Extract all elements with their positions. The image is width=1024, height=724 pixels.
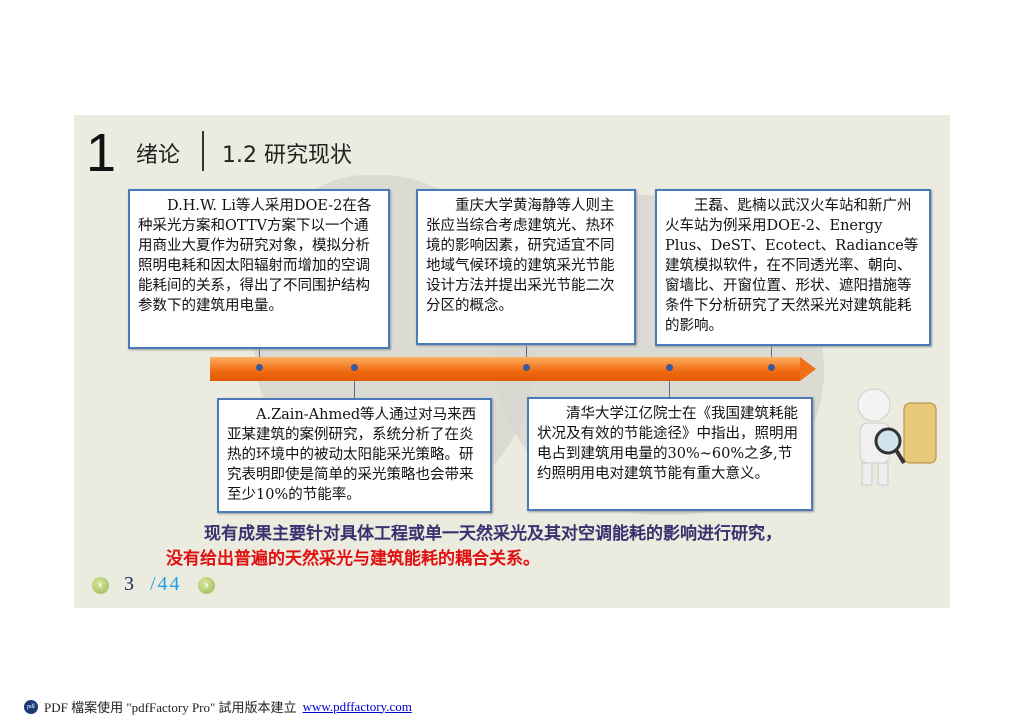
pdf-footer: pdf PDF 檔案使用 "pdfFactory Pro" 試用版本建立 www… [24, 697, 412, 716]
slide: 1 绪论 1.2 研究现状 D.H.W. Li等人采用DOE-2在各种采光方案和… [74, 115, 950, 608]
pdf-icon: pdf [24, 699, 38, 714]
total-pages: /44 [150, 573, 182, 595]
research-box-jiang: 清华大学江亿院士在《我国建筑耗能状况及有效的节能途径》中指出，照明用电占到建筑用… [527, 397, 813, 511]
timeline-dot [666, 364, 673, 371]
current-page: 3 [124, 573, 134, 595]
research-box-li: D.H.W. Li等人采用DOE-2在各种采光方案和OTTV方案下以一个通用商业… [128, 189, 390, 349]
next-page-button[interactable]: › [198, 577, 215, 594]
footer-text: PDF 檔案使用 "pdfFactory Pro" 試用版本建立 [44, 700, 297, 715]
section-title: 1.2 研究现状 [222, 143, 352, 168]
chapter-number: 1 [86, 123, 117, 183]
timeline-dot [523, 364, 530, 371]
research-box-zain-ahmed: A.Zain-Ahmed等人通过对马来西亚某建筑的案例研究，系统分析了在炎热的环… [217, 398, 492, 513]
prev-page-button[interactable]: ‹ [92, 577, 109, 594]
timeline-dot [351, 364, 358, 371]
conclusion-line-1: 现有成果主要针对具体工程或单一天然采光及其对空调能耗的影响进行研究， [204, 524, 782, 544]
timeline-dot [256, 364, 263, 371]
conclusion-line-2: 没有给出普遍的天然采光与建筑能耗的耦合关系。 [166, 549, 540, 569]
research-box-wang: 王磊、匙楠以武汉火车站和新广州火车站为例采用DOE-2、Energy Plus、… [655, 189, 931, 346]
title-divider [202, 131, 204, 171]
timeline-arrow [210, 357, 800, 381]
timeline-dot [768, 364, 775, 371]
chevron-right-icon: › [204, 578, 209, 592]
pdffactory-link[interactable]: www.pdffactory.com [303, 699, 412, 715]
figure-magnifier-icon [857, 388, 937, 486]
timeline-arrowhead [800, 357, 816, 381]
chevron-left-icon: ‹ [98, 578, 103, 592]
chapter-title: 绪论 [136, 143, 181, 168]
research-box-huang: 重庆大学黄海静等人则主张应当综合考虑建筑光、热环境的影响因素，研究适宜不同地域气… [416, 189, 636, 345]
